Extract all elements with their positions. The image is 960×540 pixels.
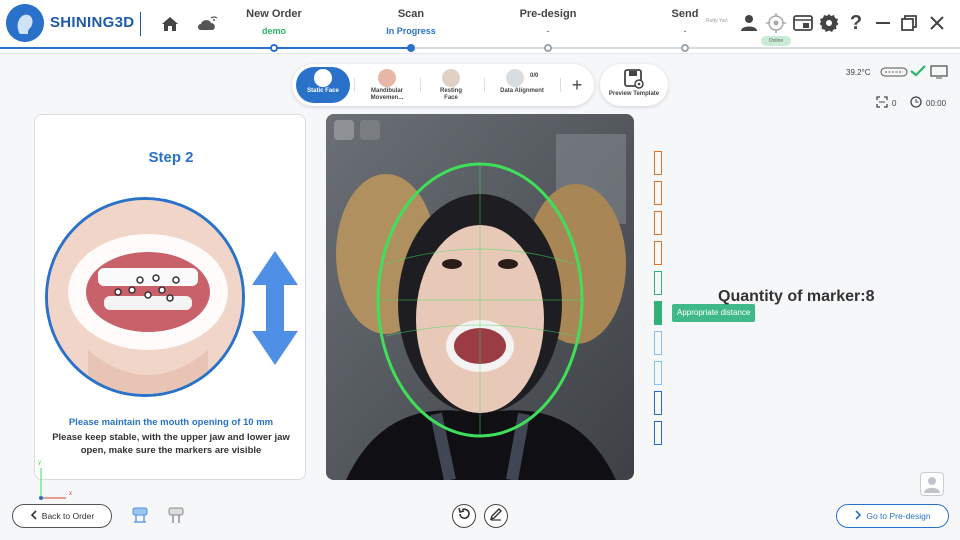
preview-template-button[interactable]: Preview Template [600, 64, 668, 106]
restore-icon[interactable] [898, 12, 920, 34]
chevron-left-icon [30, 510, 38, 522]
person-icon [924, 477, 940, 493]
face-icon [314, 69, 332, 87]
add-mode-icon[interactable]: + [566, 74, 588, 96]
distance-marker-10 [654, 421, 662, 445]
face-detect-button[interactable] [920, 472, 944, 496]
alignment-icon [506, 69, 524, 87]
clock-icon [910, 96, 922, 110]
check-icon [910, 64, 926, 78]
upper-jaw-icon[interactable] [130, 505, 150, 527]
target-icon[interactable] [764, 11, 788, 35]
gear-icon[interactable] [818, 12, 840, 34]
mode-data-alignment[interactable]: 0/0 Data Alignment [488, 67, 556, 103]
step-scan: Scan In Progress [386, 8, 436, 36]
monitor-icon [930, 64, 948, 80]
distance-marker-6-current [654, 301, 662, 325]
top-header: SHINING3D New Order demo Scan In Progres… [0, 0, 960, 54]
header-divider [140, 12, 141, 36]
undo-button[interactable] [452, 504, 476, 528]
step-new-order: New Order demo [246, 8, 302, 36]
captured-marker-count: 0 [876, 96, 896, 110]
close-icon[interactable] [926, 12, 948, 34]
jaw-icon [378, 69, 396, 87]
scanner-device-icon [880, 66, 908, 78]
step-dot-send [681, 44, 689, 52]
vertical-arrow-icon [249, 249, 301, 367]
home-icon[interactable] [158, 12, 182, 36]
mouth-guide-image [45, 197, 245, 397]
mode-resting-face[interactable]: Resting Face [422, 67, 480, 103]
resting-face-icon [442, 69, 460, 87]
shining3d-logo [6, 4, 44, 42]
step-pre-design: Pre-design - [519, 8, 577, 36]
user-name: Rudy Yan [706, 18, 728, 24]
scan-mode-bar: Static Face Mandibular Movemen... Restin… [292, 64, 594, 106]
save-preview-icon [623, 69, 645, 89]
instruction-secondary: Please keep stable, with the upper jaw a… [52, 432, 290, 456]
temperature-readout: 39.2°C [846, 68, 871, 77]
distance-marker-3 [654, 211, 662, 235]
edit-button[interactable] [484, 504, 508, 528]
scan-timer: 00:00 [910, 96, 946, 110]
step-dot-scan [407, 44, 415, 52]
frame-count-icon [876, 96, 888, 110]
distance-marker-4 [654, 241, 662, 265]
help-icon[interactable]: ? [845, 11, 867, 35]
distance-tooltip: Appropriate distance [672, 304, 756, 322]
marker-quantity: Quantity of marker:8 [718, 288, 875, 305]
axis-indicator: x y [38, 460, 78, 502]
screen-record-icon[interactable] [792, 12, 814, 34]
distance-marker-5 [654, 271, 662, 295]
distance-marker-2 [654, 181, 662, 205]
connection-status-chip: Online [761, 36, 791, 46]
step-dot-new-order [270, 44, 278, 52]
distance-marker-7 [654, 331, 662, 355]
user-icon[interactable] [738, 12, 760, 34]
pencil-icon [489, 507, 503, 526]
go-to-pre-design-button[interactable]: Go to Pre-design [836, 504, 949, 528]
distance-marker-8 [654, 361, 662, 385]
minimize-icon[interactable] [872, 12, 894, 34]
undo-icon [457, 507, 471, 526]
guide-step-title: Step 2 [148, 149, 194, 166]
camera-settings-button[interactable] [360, 120, 380, 140]
guide-panel: Step 2 Please maintain the mouth opening… [34, 114, 306, 480]
step-dot-pre-design [544, 44, 552, 52]
distance-marker-1 [654, 151, 662, 175]
lower-jaw-icon[interactable] [166, 505, 186, 527]
brand-name: SHINING3D [50, 14, 135, 31]
camera-preview [326, 114, 634, 480]
progress-track [0, 47, 960, 49]
distance-marker-9 [654, 391, 662, 415]
chevron-right-icon [854, 510, 862, 522]
mode-mandibular-movement[interactable]: Mandibular Movemen... [358, 67, 416, 103]
back-to-order-button[interactable]: Back to Order [12, 504, 112, 528]
mode-static-face[interactable]: Static Face [296, 67, 350, 103]
camera-snapshot-button[interactable] [334, 120, 354, 140]
instruction-primary: Please maintain the mouth opening of 10 … [68, 417, 274, 428]
